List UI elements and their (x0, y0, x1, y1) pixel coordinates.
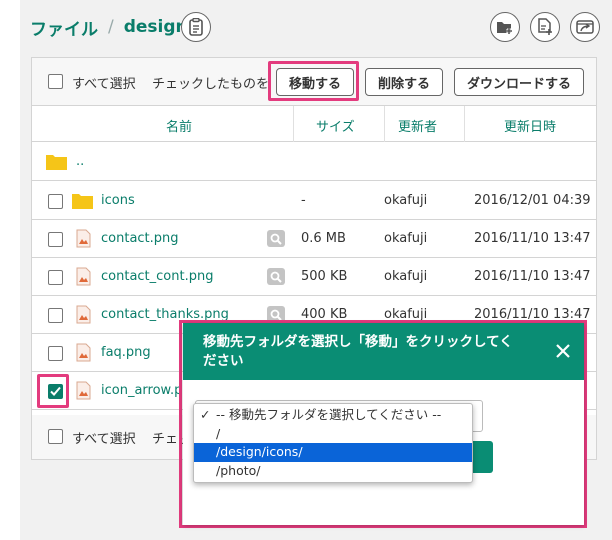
row-checkbox[interactable] (48, 270, 63, 285)
zoom-icon (270, 271, 282, 283)
select-all-label-bottom[interactable]: すべて選択 (72, 428, 136, 447)
preview-button[interactable] (267, 268, 285, 285)
file-updater: okafuji (384, 269, 428, 284)
column-divider (384, 106, 385, 142)
breadcrumb-current: design (123, 17, 188, 37)
move-button-highlight (268, 61, 359, 101)
details-button[interactable] (181, 12, 211, 42)
move-dialog-title: 移動先フォルダを選択し「移動」をクリックしてください (203, 334, 513, 369)
folder-icon (72, 194, 93, 209)
column-name[interactable]: 名前 (166, 116, 192, 135)
move-dialog-header: 移動先フォルダを選択し「移動」をクリックしてください (183, 323, 584, 380)
table-row: contact_cont.png 500 KB okafuji 2016/11/… (32, 258, 596, 296)
image-file-icon (76, 229, 91, 248)
file-updated-at: 2016/12/01 04:39 (474, 193, 591, 208)
file-name[interactable]: icons (101, 193, 135, 208)
new-folder-icon (497, 22, 512, 34)
image-file-icon (76, 267, 91, 286)
select-all-label[interactable]: すべて選択 (72, 73, 136, 92)
checkmark-icon: ✓ (200, 407, 211, 422)
new-file-icon (538, 18, 552, 35)
column-size[interactable]: サイズ (316, 116, 355, 135)
file-updated-at: 2016/11/10 13:47 (474, 231, 591, 246)
file-name[interactable]: faq.png (101, 345, 151, 360)
file-manager-app: ファイル / design すべて選択 チェックしたものを 移動する 削除する … (0, 0, 612, 540)
column-updater[interactable]: 更新者 (398, 116, 437, 135)
checkbox-highlight (37, 374, 69, 408)
upload-button[interactable] (570, 12, 600, 42)
image-file-icon (76, 305, 91, 324)
file-name[interactable]: .. (76, 154, 84, 169)
breadcrumb-root[interactable]: ファイル (30, 15, 98, 40)
destination-folder-dropdown: ✓ -- 移動先フォルダを選択してください -- / /design/icons… (193, 403, 473, 483)
select-all-checkbox[interactable] (48, 74, 63, 89)
file-name[interactable]: contact.png (101, 231, 179, 246)
table-row: icons - okafuji 2016/12/01 04:39 (32, 182, 596, 220)
column-updated-at[interactable]: 更新日時 (504, 116, 556, 135)
table-row: contact.png 0.6 MB okafuji 2016/11/10 13… (32, 220, 596, 258)
row-checkbox[interactable] (48, 232, 63, 247)
checked-items-label: チェックしたものを (152, 77, 270, 92)
folder-option[interactable]: /photo/ (194, 462, 472, 481)
close-icon[interactable] (554, 342, 572, 360)
file-name[interactable]: contact_cont.png (101, 269, 213, 284)
file-updater: okafuji (384, 193, 428, 208)
file-size: - (301, 193, 306, 208)
column-divider (464, 106, 465, 142)
header-actions (490, 12, 600, 42)
row-checkbox[interactable] (48, 194, 63, 209)
row-checkbox[interactable] (48, 346, 63, 361)
document-icon (189, 18, 203, 36)
folder-option[interactable]: / (194, 425, 472, 444)
breadcrumb: ファイル / design (30, 14, 188, 40)
zoom-icon (270, 233, 282, 245)
new-folder-button[interactable] (490, 12, 520, 42)
new-file-button[interactable] (530, 12, 560, 42)
file-updater: okafuji (384, 231, 428, 246)
preview-button[interactable] (267, 230, 285, 247)
file-updated-at: 2016/11/10 13:47 (474, 269, 591, 284)
delete-button[interactable]: 削除する (365, 68, 443, 96)
folder-icon (46, 155, 67, 170)
table-row-parent[interactable]: .. (32, 143, 596, 181)
upload-icon (576, 20, 594, 34)
file-size: 500 KB (301, 269, 348, 284)
row-checkbox[interactable] (48, 308, 63, 323)
breadcrumb-separator: / (108, 17, 114, 37)
image-file-icon (76, 343, 91, 362)
folder-option-placeholder[interactable]: ✓ -- 移動先フォルダを選択してください -- (194, 406, 472, 425)
zoom-icon (270, 309, 282, 321)
file-size: 0.6 MB (301, 231, 346, 246)
select-all-checkbox-bottom[interactable] (48, 429, 63, 444)
table-header: 名前 サイズ 更新者 更新日時 (32, 106, 596, 142)
image-file-icon (76, 381, 91, 400)
column-divider (293, 106, 294, 142)
folder-option-highlighted[interactable]: /design/icons/ (194, 443, 472, 462)
download-button[interactable]: ダウンロードする (454, 68, 584, 96)
